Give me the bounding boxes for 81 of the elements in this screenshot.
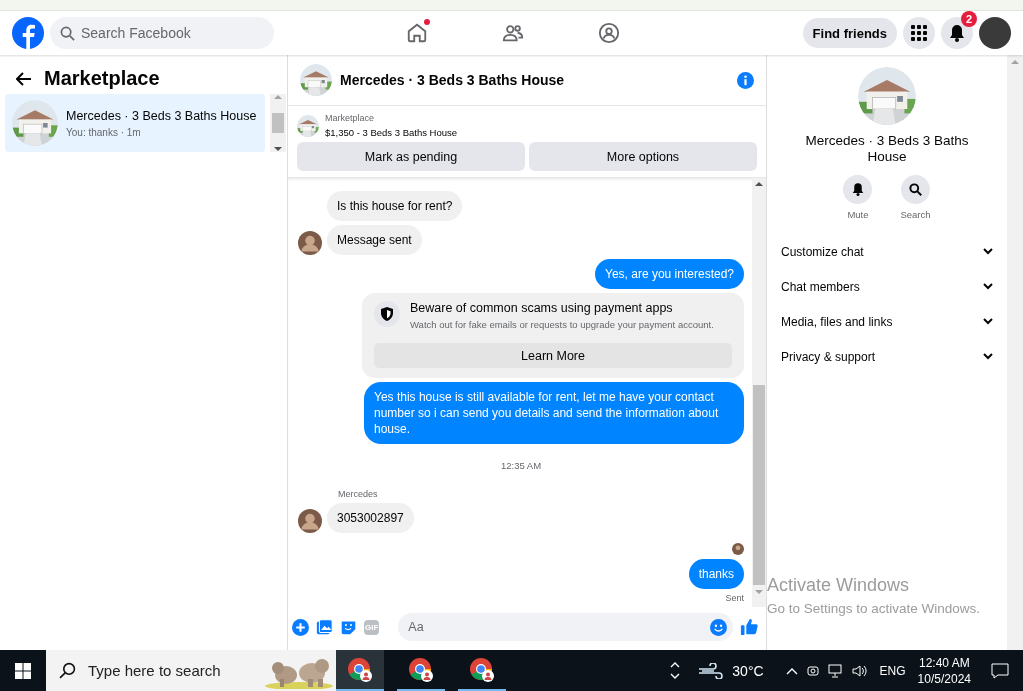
avatar (298, 231, 322, 255)
section-label: Privacy & support (781, 349, 876, 364)
section-label: Media, files and links (781, 314, 893, 329)
message-bubble: Yes, are you interested? (595, 259, 744, 289)
image-icon[interactable] (316, 618, 333, 636)
message-bubble: Is this house for rent? (327, 191, 463, 221)
chevron-up-icon[interactable] (670, 662, 681, 668)
chevron-down-icon[interactable] (670, 673, 681, 679)
wind-icon[interactable] (698, 662, 725, 679)
notifications-button[interactable] (941, 17, 973, 49)
menu-button[interactable] (903, 17, 935, 49)
thumbs-up-icon[interactable] (740, 618, 758, 636)
notification-icon[interactable] (991, 662, 1009, 679)
grid-icon (911, 25, 927, 41)
seen-avatar (732, 543, 744, 555)
chat-title: Mercedes · 3 Beds 3 Baths House (340, 72, 566, 88)
groups-icon[interactable] (598, 22, 621, 44)
scrollbar[interactable] (270, 94, 286, 152)
activation-title: Activate Windows (767, 575, 910, 596)
message-bubble: 3053002897 (327, 503, 414, 533)
emoji-icon[interactable] (710, 618, 727, 636)
message-status: Sent (724, 593, 744, 603)
network-icon[interactable] (827, 663, 844, 678)
scrollbar-thumb[interactable] (272, 113, 284, 133)
info-icon[interactable] (737, 71, 754, 89)
shield-icon (374, 301, 400, 327)
search-icon (60, 26, 75, 41)
back-arrow-icon[interactable] (16, 71, 32, 86)
scroll-up-icon[interactable] (755, 181, 763, 187)
chat-name: Mercedes · 3 Beds 3 Baths House (804, 133, 970, 165)
section-label: Chat members (781, 279, 860, 294)
section-header[interactable]: Privacy & support (781, 339, 993, 374)
listing-action-button[interactable]: More options (529, 142, 757, 171)
find-friends-button[interactable]: Find friends (802, 18, 897, 48)
message-bubble: Yes this house is still available for rent, let me have your contact number so i can send you details and send the information about house. (364, 382, 744, 444)
conversation-preview: You: thanks · 1m (66, 126, 142, 138)
conversation-name: Mercedes · 3 Beds 3 Baths House (66, 108, 257, 123)
bell-icon (949, 24, 965, 42)
profile-avatar[interactable] (979, 17, 1011, 49)
section-header[interactable]: Media, files and links (781, 304, 993, 339)
browser-icon (347, 656, 373, 683)
warning-text: Watch out for fake emails or requests to upgrade your payment account. (410, 318, 714, 331)
clock[interactable]: 12:40 AM 10/5/2024 (917, 654, 971, 687)
scrollbar[interactable] (752, 178, 766, 607)
language-indicator[interactable]: ENG (879, 663, 906, 678)
listing-action-button[interactable]: Mark as pending (297, 142, 525, 171)
page-title: Marketplace (44, 67, 160, 90)
camera-icon[interactable] (805, 663, 820, 678)
taskbar-app-button[interactable] (336, 650, 384, 691)
message-bubble: thanks (688, 559, 744, 589)
plus-icon[interactable] (292, 618, 309, 636)
message-bubble: Message sent (327, 225, 422, 255)
browser-icon (469, 656, 495, 683)
avatar (298, 509, 322, 533)
scrollbar-thumb[interactable] (753, 385, 765, 585)
learn-more-button[interactable]: Learn More (374, 343, 732, 368)
listing-summary: $1,350 - 3 Beds 3 Baths House (325, 127, 458, 138)
listing-source: Marketplace (325, 113, 376, 123)
section-header[interactable]: Chat members (781, 269, 993, 304)
timestamp: 12:35 AM (499, 460, 543, 471)
windows-start-icon[interactable] (15, 662, 31, 679)
scroll-down-icon[interactable] (274, 146, 282, 152)
home-icon[interactable] (406, 22, 429, 44)
facebook-logo[interactable] (12, 17, 44, 49)
warning-title: Beware of common scams using payment apps (410, 301, 674, 315)
section-header[interactable]: Customize chat (781, 234, 993, 269)
notification-badge: 2 (961, 11, 977, 27)
sender-name: Mercedes (338, 489, 379, 499)
search-icon (909, 183, 922, 196)
volume-icon[interactable] (851, 663, 868, 678)
friends-icon[interactable] (502, 22, 525, 44)
browser-icon (408, 656, 434, 683)
search-icon (59, 662, 76, 679)
section-label: Customize chat (781, 244, 864, 259)
search-field[interactable]: Search Facebook (50, 17, 274, 49)
conversation-item[interactable]: Mercedes · 3 Beds 3 Baths House You: thanks · 1m (5, 94, 265, 152)
bell-icon (851, 183, 864, 196)
chevron-up-icon[interactable] (785, 666, 798, 675)
temperature[interactable]: 30°C (732, 662, 764, 679)
activation-text: Go to Settings to activate Windows. (767, 601, 981, 616)
message-field[interactable]: Aa (398, 613, 733, 641)
